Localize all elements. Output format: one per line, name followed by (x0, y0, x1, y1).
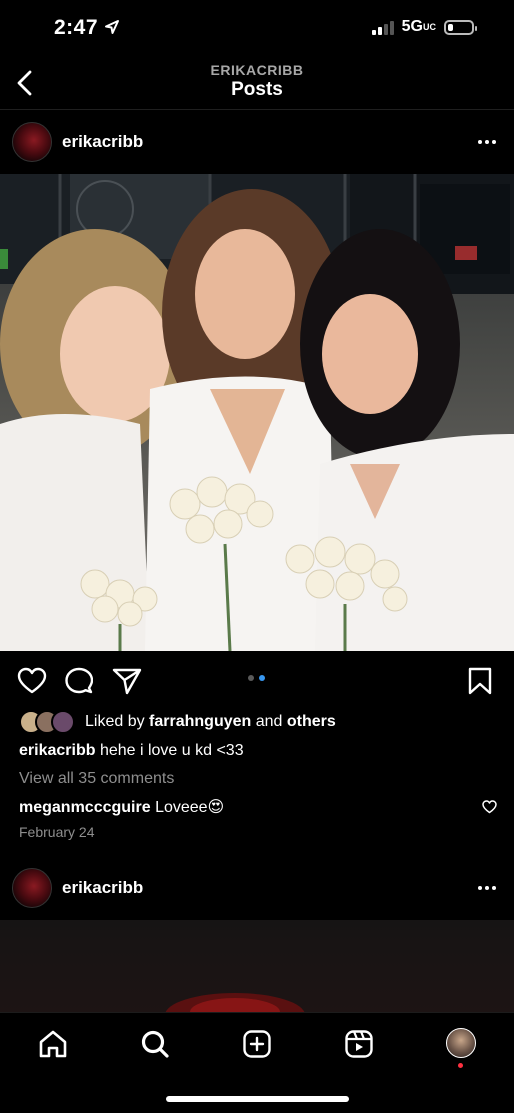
caption-username[interactable]: erikacribb (19, 742, 95, 759)
post2-avatar[interactable] (12, 868, 52, 908)
liker-avatar (51, 710, 75, 734)
post2-more-options-icon[interactable] (478, 886, 496, 890)
home-indicator (166, 1096, 349, 1102)
likes-text: Liked by farrahnguyen and others (85, 713, 336, 730)
location-arrow-icon (105, 20, 120, 34)
header-subtitle: ERIKACRIBB (210, 62, 304, 78)
bookmark-icon[interactable] (468, 667, 492, 695)
signal-icon (371, 19, 394, 35)
post-photo[interactable] (0, 174, 514, 651)
likes-row[interactable]: Liked by farrahnguyen and others (19, 710, 336, 734)
comment: meganmcccguire Loveee😍 (19, 797, 224, 817)
carousel-indicator (248, 675, 265, 681)
home-icon[interactable] (38, 1029, 68, 1059)
post2-photo-illustration (165, 993, 305, 1012)
caption-text: hehe i love u kd <33 (99, 742, 244, 759)
caption: erikacribb hehe i love u kd <33 (19, 742, 244, 760)
status-indicators: 5GUC (371, 18, 477, 36)
post-username[interactable]: erikacribb (62, 132, 143, 152)
reels-icon[interactable] (344, 1029, 374, 1059)
battery-icon (444, 19, 477, 35)
liker-username[interactable]: farrahnguyen (149, 713, 251, 730)
share-icon[interactable] (112, 667, 142, 695)
profile-avatar[interactable] (446, 1028, 476, 1058)
carousel-dot (248, 675, 254, 681)
post-avatar[interactable] (12, 122, 52, 162)
carousel-dot-active (259, 675, 265, 681)
notification-dot (458, 1063, 463, 1068)
page-title: Posts (231, 79, 283, 100)
liker-avatars (19, 710, 75, 734)
search-icon[interactable] (140, 1029, 170, 1059)
status-time: 2:47 (54, 16, 120, 40)
post2-username[interactable]: erikacribb (62, 878, 143, 898)
like-heart-icon[interactable] (17, 667, 47, 695)
create-icon[interactable] (242, 1029, 272, 1059)
comment-text: Loveee😍 (155, 799, 225, 816)
header-divider (0, 109, 514, 110)
post-date: February 24 (19, 824, 95, 840)
more-options-icon[interactable] (478, 140, 496, 144)
likes-others[interactable]: others (287, 713, 336, 730)
photo-illustration (0, 174, 514, 651)
view-all-comments-link[interactable]: View all 35 comments (19, 770, 174, 788)
post2-photo[interactable] (0, 920, 514, 1012)
comment-like-icon[interactable] (482, 800, 497, 814)
network-label: 5GUC (401, 18, 436, 35)
comment-icon[interactable] (65, 667, 93, 695)
comment-username[interactable]: meganmcccguire (19, 799, 151, 816)
